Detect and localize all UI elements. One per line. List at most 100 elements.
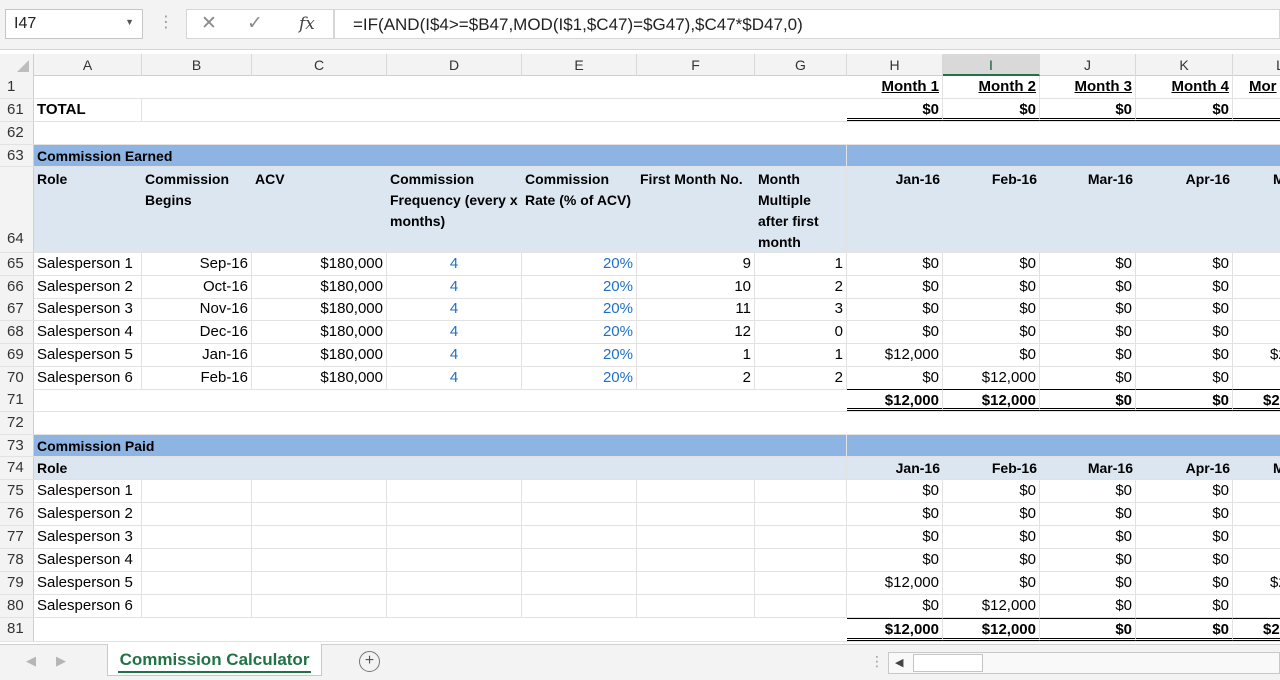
month-value-cell[interactable]: $0 (847, 595, 943, 617)
month-value-cell[interactable]: $0 (1136, 343, 1233, 366)
month-value-cell[interactable]: $0 (847, 321, 943, 344)
empty-cell[interactable] (637, 480, 755, 502)
cell-h1[interactable]: Month 1 (847, 76, 943, 98)
insert-function-icon[interactable]: fx (299, 14, 315, 34)
month-value-cell[interactable]: $12,000 (943, 366, 1040, 389)
cell-j1[interactable]: Month 3 (1040, 76, 1136, 98)
empty-cell[interactable] (387, 526, 522, 548)
first-month-cell[interactable]: 1 (637, 343, 755, 366)
cell-h61[interactable]: $0 (847, 99, 943, 121)
month-value-cell[interactable]: $0 (1136, 572, 1233, 594)
role-cell[interactable]: Salesperson 3 (34, 298, 142, 321)
month-multiple-cell[interactable]: 2 (755, 275, 847, 298)
empty-cell[interactable] (637, 595, 755, 617)
month-value-cell[interactable]: $0 (1040, 298, 1136, 321)
row-header[interactable]: 75 (0, 480, 34, 502)
month-value-cell[interactable] (1233, 298, 1280, 320)
rate-cell[interactable]: 20% (522, 321, 637, 344)
column-header-c[interactable]: C (252, 54, 387, 76)
month-value-cell[interactable]: $0 (943, 343, 1040, 366)
month-value-cell[interactable]: $0 (1040, 275, 1136, 298)
horizontal-scrollbar[interactable]: ◀ (888, 652, 1280, 674)
scrollbar-thumb[interactable] (913, 654, 983, 672)
column-header-e[interactable]: E (522, 54, 637, 76)
grip-dots-icon[interactable]: ⋮ (870, 653, 884, 670)
row-header[interactable]: 73 (0, 435, 34, 456)
header-month-multiple[interactable]: Month Multiple after first month (755, 167, 847, 252)
empty-cell[interactable] (755, 503, 847, 525)
month-value-cell[interactable] (1233, 549, 1280, 571)
column-header-a[interactable]: A (34, 54, 142, 76)
header-month-j[interactable]: Mar-16 (1040, 167, 1136, 252)
acv-cell[interactable]: $180,000 (252, 298, 387, 321)
month-value-cell[interactable]: $0 (1136, 275, 1233, 298)
empty-cell[interactable] (637, 503, 755, 525)
row-header[interactable]: 68 (0, 321, 34, 344)
paid-total-k[interactable]: $0 (1136, 618, 1233, 641)
rate-cell[interactable]: 20% (522, 275, 637, 298)
row-header[interactable]: 79 (0, 572, 34, 594)
month-value-cell[interactable]: $2 (1233, 572, 1280, 594)
row-header[interactable]: 66 (0, 275, 34, 298)
column-header-i[interactable]: I (943, 54, 1040, 76)
scroll-right-icon[interactable]: ▶ (56, 653, 66, 669)
empty-cell[interactable] (637, 572, 755, 594)
earned-total-l[interactable]: $2 (1233, 389, 1280, 411)
paid-header-month-i[interactable]: Feb-16 (943, 457, 1040, 479)
enter-icon[interactable]: ✓ (247, 12, 263, 35)
month-value-cell[interactable]: $0 (943, 503, 1040, 525)
month-value-cell[interactable]: $0 (943, 275, 1040, 298)
cell-i1[interactable]: Month 2 (943, 76, 1040, 98)
month-value-cell[interactable] (1233, 321, 1280, 343)
empty-cell[interactable] (522, 549, 637, 571)
rate-cell[interactable]: 20% (522, 298, 637, 321)
column-header-k[interactable]: K (1136, 54, 1233, 76)
header-month-k[interactable]: Apr-16 (1136, 167, 1233, 252)
paid-total-l[interactable]: $2 (1233, 618, 1280, 641)
rate-cell[interactable]: 20% (522, 366, 637, 389)
month-value-cell[interactable]: $0 (847, 253, 943, 275)
month-value-cell[interactable]: $0 (1136, 253, 1233, 275)
chevron-down-icon[interactable]: ▼ (125, 17, 134, 27)
month-value-cell[interactable]: $0 (1136, 298, 1233, 321)
month-value-cell[interactable]: $0 (1040, 572, 1136, 594)
commission-begins-cell[interactable]: Nov-16 (142, 298, 252, 321)
earned-total-k[interactable]: $0 (1136, 389, 1233, 411)
month-value-cell[interactable]: $0 (943, 480, 1040, 502)
month-value-cell[interactable]: $0 (1040, 366, 1136, 389)
empty-cell[interactable] (252, 549, 387, 571)
paid-total-h[interactable]: $12,000 (847, 618, 943, 641)
empty-cell[interactable] (522, 595, 637, 617)
header-acv[interactable]: ACV (252, 167, 387, 252)
empty-cell[interactable] (755, 572, 847, 594)
add-sheet-icon[interactable]: + (359, 651, 380, 672)
column-header-g[interactable]: G (755, 54, 847, 76)
month-value-cell[interactable]: $0 (943, 572, 1040, 594)
cancel-icon[interactable]: ✕ (201, 12, 217, 35)
month-value-cell[interactable] (1233, 480, 1280, 502)
row-header[interactable]: 1 (0, 76, 34, 98)
paid-title[interactable]: Commission Paid (34, 435, 334, 456)
empty-cell[interactable] (252, 503, 387, 525)
row-header[interactable]: 77 (0, 526, 34, 548)
header-frequency[interactable]: Commission Frequency (every x months) (387, 167, 522, 252)
header-month-i[interactable]: Feb-16 (943, 167, 1040, 252)
month-value-cell[interactable] (1233, 503, 1280, 525)
month-value-cell[interactable]: $0 (1040, 595, 1136, 617)
commission-begins-cell[interactable]: Feb-16 (142, 366, 252, 389)
formula-input[interactable]: =IF(AND(I$4>=$B47,MOD(I$1,$C47)=$G47),$C… (334, 9, 1280, 39)
empty-cell[interactable] (755, 480, 847, 502)
month-multiple-cell[interactable]: 3 (755, 298, 847, 321)
month-value-cell[interactable]: $0 (1136, 366, 1233, 389)
name-box[interactable]: I47 ▼ (5, 9, 143, 39)
month-value-cell[interactable]: $0 (847, 366, 943, 389)
month-value-cell[interactable]: $0 (943, 321, 1040, 344)
empty-cell[interactable] (142, 595, 252, 617)
acv-cell[interactable]: $180,000 (252, 321, 387, 344)
row-header[interactable]: 72 (0, 412, 34, 434)
month-multiple-cell[interactable]: 1 (755, 343, 847, 366)
column-header-d[interactable]: D (387, 54, 522, 76)
first-month-cell[interactable]: 9 (637, 253, 755, 275)
month-value-cell[interactable]: $0 (943, 549, 1040, 571)
month-value-cell[interactable]: $2 (1233, 344, 1280, 366)
